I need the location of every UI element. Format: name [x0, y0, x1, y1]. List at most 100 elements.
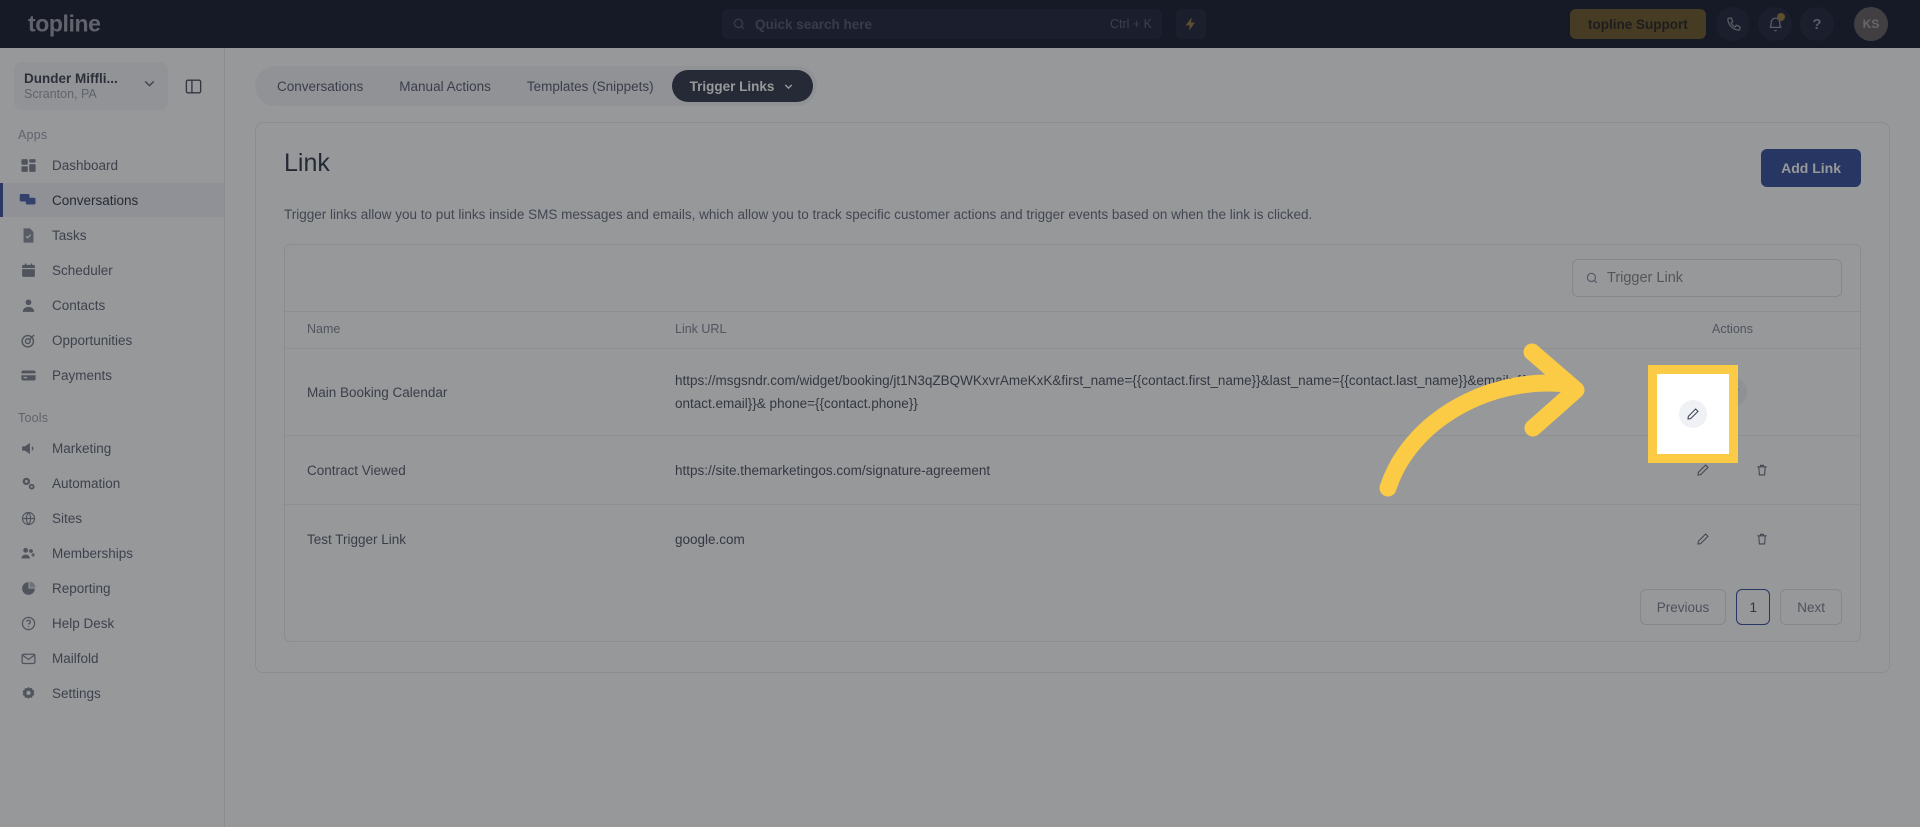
sidebar-item-label: Opportunities: [52, 332, 133, 348]
pie-chart-icon: [18, 580, 38, 597]
sidebar-item-label: Help Desk: [52, 615, 115, 631]
people-plus-icon: [18, 545, 38, 562]
trigger-links-table: Name Link URL Actions Main Booking Calen…: [285, 311, 1860, 573]
topline-support-button[interactable]: topline Support: [1570, 9, 1706, 39]
panel-toggle-icon[interactable]: [176, 69, 210, 103]
sidebar-item-automation[interactable]: Automation: [0, 466, 224, 500]
cell-name: Contract Viewed: [285, 435, 675, 506]
column-header-actions: Actions: [1605, 311, 1860, 349]
sidebar-item-label: Contacts: [52, 297, 106, 313]
trigger-link-search-input[interactable]: [1607, 270, 1829, 286]
sidebar-item-tasks[interactable]: Tasks: [0, 218, 224, 252]
sidebar-item-scheduler[interactable]: Scheduler: [0, 253, 224, 287]
person-icon: [18, 297, 38, 314]
pagination: Previous 1 Next: [285, 573, 1860, 641]
sidebar-item-reporting[interactable]: Reporting: [0, 571, 224, 605]
cell-link-url: https://msgsndr.com/widget/booking/jt1N3…: [675, 348, 1605, 437]
trash-icon[interactable]: [1748, 456, 1776, 484]
notification-dot: [1777, 13, 1785, 21]
cell-actions: [1605, 505, 1860, 574]
chat-bubbles-icon: [18, 191, 38, 209]
sidebar-item-label: Tasks: [52, 227, 87, 243]
add-link-button[interactable]: Add Link: [1761, 149, 1861, 187]
sidebar-item-marketing[interactable]: Marketing: [0, 431, 224, 465]
sidebar-item-label: Scheduler: [52, 262, 113, 278]
sidebar-item-label: Automation: [52, 475, 121, 491]
globe-icon: [18, 510, 38, 527]
tab-label: Trigger Links: [689, 78, 775, 94]
column-header-name: Name: [285, 311, 675, 349]
sidebar-item-help-desk[interactable]: Help Desk: [0, 606, 224, 640]
sidebar-item-label: Sites: [52, 510, 83, 526]
question-mark-icon[interactable]: ?: [1800, 7, 1834, 41]
sidebar-item-opportunities[interactable]: Opportunities: [0, 323, 224, 357]
gears-icon: [18, 475, 38, 492]
sidebar-item-sites[interactable]: Sites: [0, 501, 224, 535]
sidebar-item-contacts[interactable]: Contacts: [0, 288, 224, 322]
column-header-link-url: Link URL: [675, 311, 1605, 349]
table-row: Main Booking Calendar https://msgsndr.co…: [285, 348, 1860, 437]
pencil-icon[interactable]: [1689, 456, 1717, 484]
cell-link-url: https://site.themarketingos.com/signatur…: [675, 435, 1605, 506]
search-shortcut-hint: Ctrl + K: [1109, 17, 1152, 31]
phone-icon[interactable]: [1716, 7, 1750, 41]
trigger-link-search[interactable]: [1572, 259, 1842, 297]
tab-group: Conversations Manual Actions Templates (…: [255, 66, 818, 106]
page-description: Trigger links allow you to put links ins…: [284, 207, 1313, 222]
location-row: Dunder Miffli... Scranton, PA: [0, 48, 224, 110]
sidebar-item-memberships[interactable]: Memberships: [0, 536, 224, 570]
avatar[interactable]: KS: [1854, 7, 1888, 41]
tab-manual-actions[interactable]: Manual Actions: [381, 70, 509, 102]
page-title: Link: [284, 149, 330, 177]
search-icon: [732, 17, 746, 31]
credit-card-icon: [18, 367, 38, 384]
sidebar-item-label: Dashboard: [52, 157, 119, 173]
sidebar-item-conversations[interactable]: Conversations: [0, 183, 224, 217]
sidebar-section-apps: Apps: [18, 128, 48, 142]
pencil-icon[interactable]: [1718, 378, 1747, 407]
bell-icon[interactable]: [1758, 7, 1792, 41]
help-circle-icon: [18, 615, 38, 632]
table-row: Test Trigger Link google.com: [285, 505, 1860, 574]
sidebar-item-label: Conversations: [52, 192, 139, 208]
gear-icon: [18, 685, 38, 702]
sidebar: Dunder Miffli... Scranton, PA Apps Dashb…: [0, 48, 225, 827]
tab-templates-snippets[interactable]: Templates (Snippets): [509, 70, 672, 102]
pagination-previous[interactable]: Previous: [1639, 589, 1727, 626]
cell-name: Test Trigger Link: [307, 531, 407, 547]
target-icon: [18, 332, 38, 349]
location-name: Dunder Miffli...: [24, 71, 118, 86]
chevron-down-icon: [141, 75, 158, 97]
sidebar-item-label: Settings: [52, 685, 101, 701]
pagination-page-1[interactable]: 1: [1736, 589, 1771, 626]
card-header: Link Add Link: [284, 149, 1861, 187]
app-logo: topline: [28, 10, 101, 37]
dashboard-icon: [18, 157, 38, 174]
global-search[interactable]: Ctrl + K: [722, 9, 1162, 39]
tab-trigger-links[interactable]: Trigger Links: [671, 70, 814, 102]
chevron-down-icon: [782, 80, 795, 93]
cell-actions: [1605, 348, 1860, 437]
pencil-icon[interactable]: [1689, 525, 1717, 553]
lightning-bolt-icon[interactable]: [1176, 9, 1206, 39]
sidebar-item-settings[interactable]: Settings: [0, 676, 224, 710]
tab-conversations[interactable]: Conversations: [259, 70, 381, 102]
cell-link-url: google.com: [675, 531, 745, 547]
calendar-icon: [18, 262, 38, 279]
trash-icon[interactable]: [1748, 525, 1776, 553]
sidebar-item-label: Payments: [52, 367, 113, 383]
location-switcher[interactable]: Dunder Miffli... Scranton, PA: [14, 62, 168, 110]
table-toolbar: [285, 245, 1860, 311]
sidebar-item-dashboard[interactable]: Dashboard: [0, 148, 224, 182]
sidebar-item-payments[interactable]: Payments: [0, 358, 224, 392]
page-body: Link Add Link Trigger links allow you to…: [225, 106, 1920, 674]
trigger-links-card: Link Add Link Trigger links allow you to…: [255, 122, 1890, 674]
cell-actions: [1605, 435, 1860, 506]
sidebar-item-label: Mailfold: [52, 650, 99, 666]
pagination-next[interactable]: Next: [1780, 589, 1842, 626]
mail-icon: [18, 650, 38, 667]
search-input[interactable]: [755, 16, 1110, 32]
main-content: Conversations Manual Actions Templates (…: [225, 48, 1920, 827]
table-header-row: Name Link URL Actions: [285, 311, 1860, 349]
sidebar-item-mailfold[interactable]: Mailfold: [0, 641, 224, 675]
